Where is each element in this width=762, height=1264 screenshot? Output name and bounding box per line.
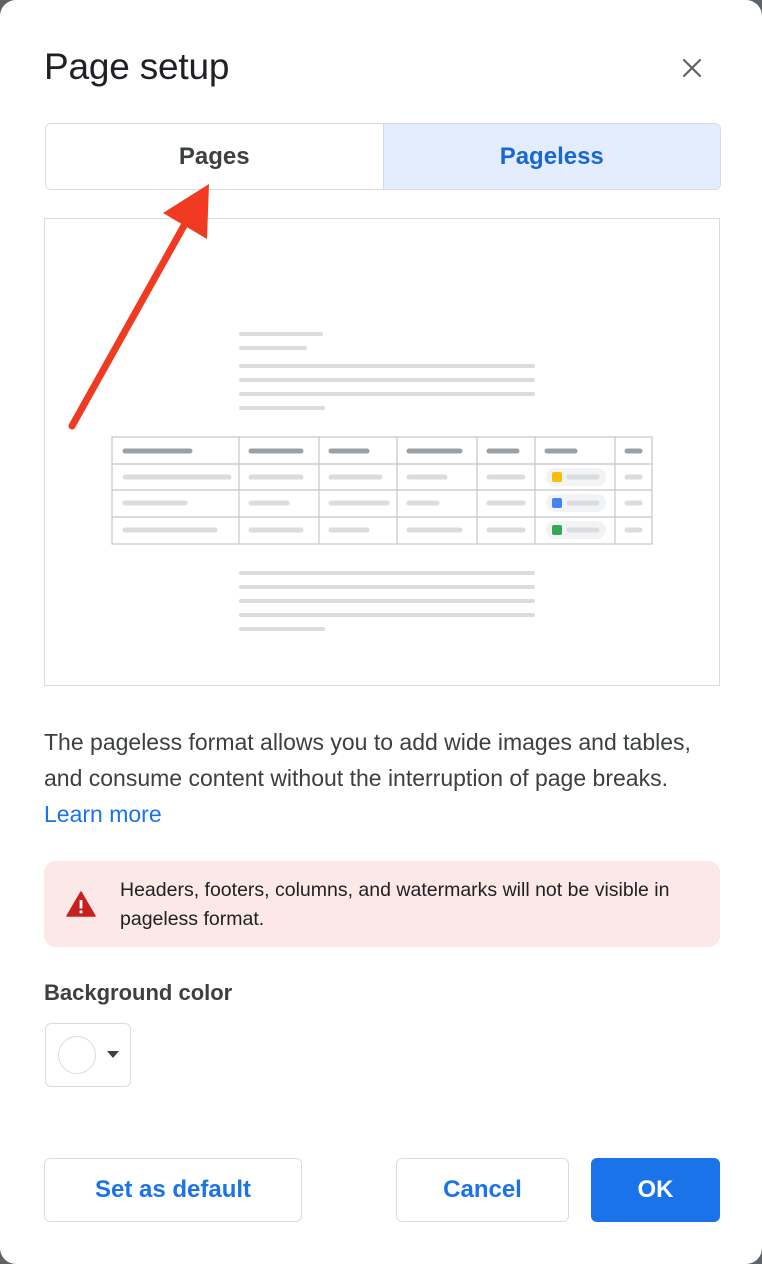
cancel-button[interactable]: Cancel <box>396 1158 569 1222</box>
learn-more-link[interactable]: Learn more <box>44 801 162 827</box>
tab-pages[interactable]: Pages <box>46 124 383 189</box>
color-swatch <box>58 1036 96 1074</box>
close-icon <box>682 58 702 78</box>
description-text: The pageless format allows you to add wi… <box>44 729 691 791</box>
page-setup-dialog: Page setup Pages Pageless The pageless f… <box>0 0 762 1264</box>
set-as-default-button[interactable]: Set as default <box>44 1158 302 1222</box>
warning-text: Headers, footers, columns, and watermark… <box>120 879 670 930</box>
tab-pageless[interactable]: Pageless <box>382 124 720 189</box>
pageless-description: The pageless format allows you to add wi… <box>44 724 724 832</box>
close-button[interactable] <box>672 48 712 88</box>
dialog-title: Page setup <box>44 46 230 87</box>
warning-triangle-icon <box>66 891 96 917</box>
format-toggle: Pages Pageless <box>45 123 721 190</box>
chevron-down-icon <box>107 1051 119 1058</box>
background-color-picker[interactable] <box>45 1023 131 1087</box>
pageless-preview-illustration <box>44 218 720 686</box>
background-color-label: Background color <box>44 980 233 1005</box>
ok-button[interactable]: OK <box>591 1158 720 1222</box>
preview-graphic <box>111 332 653 631</box>
pageless-warning-banner: Headers, footers, columns, and watermark… <box>44 861 720 947</box>
